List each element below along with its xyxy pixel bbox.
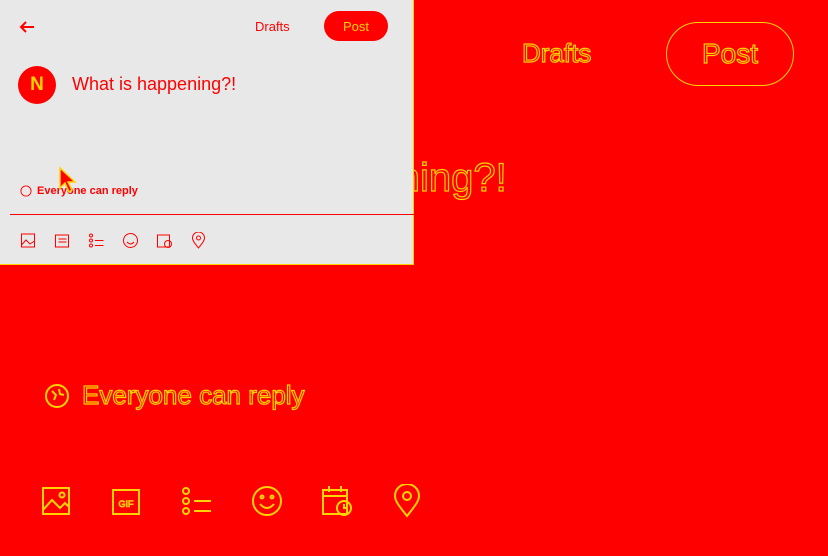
- location-icon[interactable]: [190, 232, 207, 249]
- drafts-link[interactable]: Drafts: [255, 19, 290, 34]
- post-text-input[interactable]: What is happening?!: [72, 74, 236, 95]
- post-button[interactable]: Post: [666, 22, 794, 86]
- svg-text:GIF: GIF: [119, 499, 135, 509]
- composer-toolbar: [20, 232, 207, 249]
- composer-toolbar: GIF: [40, 484, 424, 518]
- reply-setting-button[interactable]: Everyone can reply: [44, 379, 305, 411]
- reply-setting-label: Everyone can reply: [37, 185, 138, 197]
- divider: [10, 214, 414, 215]
- schedule-icon[interactable]: [156, 232, 173, 249]
- globe-icon: [45, 383, 69, 408]
- reply-setting-button[interactable]: Everyone can reply: [20, 185, 138, 197]
- poll-icon[interactable]: [88, 232, 105, 249]
- schedule-icon[interactable]: [320, 484, 354, 518]
- location-icon[interactable]: [390, 484, 424, 518]
- globe-icon: [20, 185, 32, 197]
- poll-icon[interactable]: [180, 484, 214, 518]
- back-arrow-icon[interactable]: [18, 18, 36, 36]
- gif-icon[interactable]: [54, 232, 71, 249]
- gif-icon[interactable]: GIF: [110, 484, 144, 518]
- emoji-icon[interactable]: [250, 484, 284, 518]
- post-button[interactable]: Post: [324, 11, 388, 41]
- mouse-cursor-icon: [59, 166, 77, 194]
- image-icon[interactable]: [40, 484, 74, 518]
- image-icon[interactable]: [20, 232, 37, 249]
- drafts-link[interactable]: Drafts: [521, 37, 592, 69]
- reply-setting-label: Everyone can reply: [81, 379, 305, 410]
- avatar[interactable]: N: [18, 66, 56, 104]
- emoji-icon[interactable]: [122, 232, 139, 249]
- composer-panel: Drafts Post N What is happening?! Everyo…: [0, 0, 414, 265]
